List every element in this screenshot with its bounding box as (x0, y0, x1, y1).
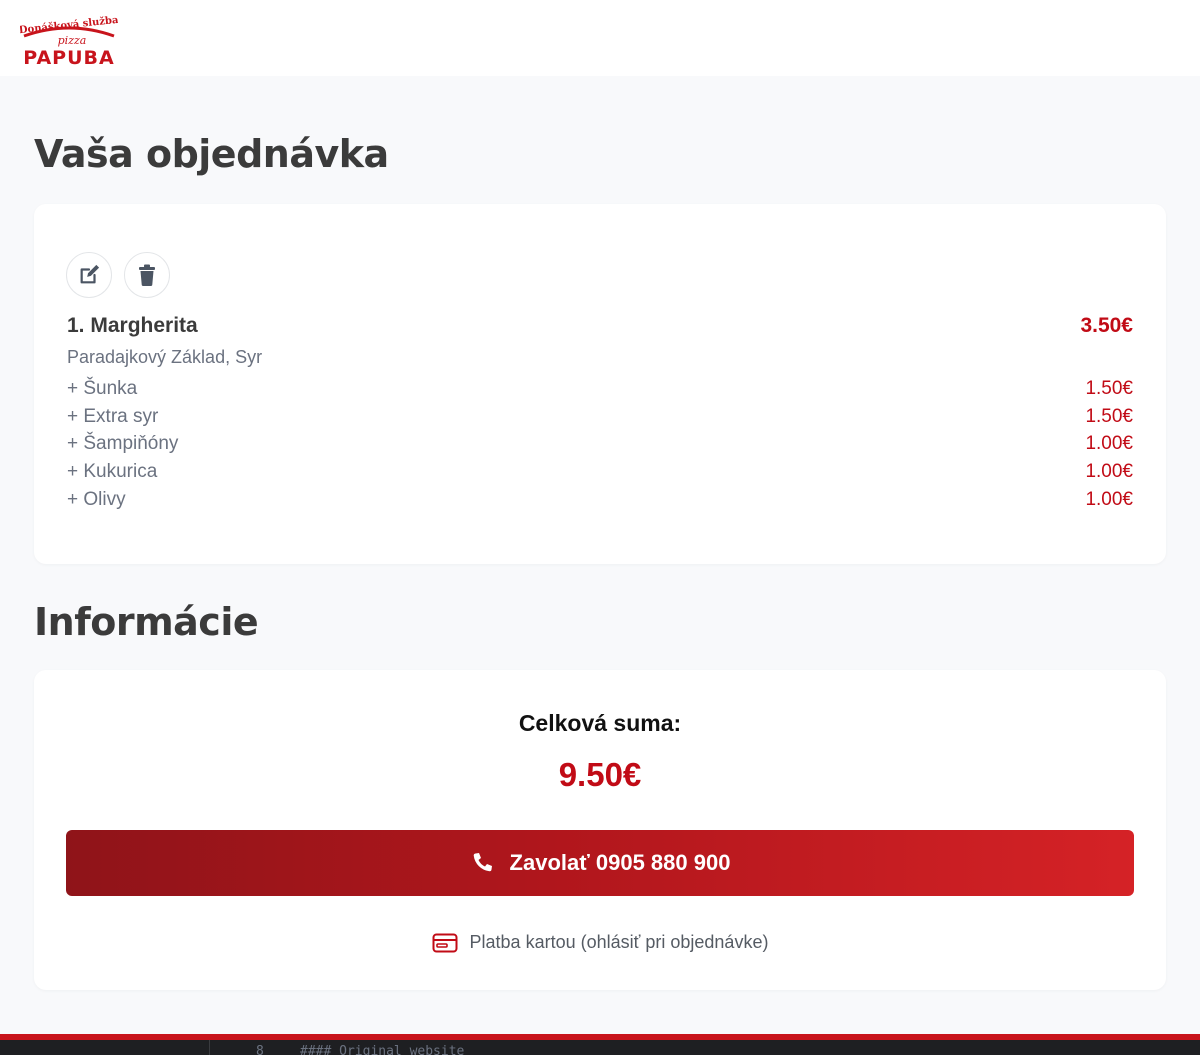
edit-item-button[interactable] (66, 252, 112, 298)
credit-card-icon (432, 933, 458, 953)
phone-icon (470, 851, 494, 875)
extra-price: 1.00€ (1085, 461, 1133, 483)
payment-note: Platba kartou (ohlásiť pri objednávke) (34, 932, 1166, 953)
total-value: 9.50€ (558, 756, 642, 793)
extra-name: + Šunka (67, 378, 138, 399)
line-number: 8 (256, 1044, 264, 1055)
item-name: 1. Margherita (67, 314, 198, 337)
extra-price: 1.50€ (1085, 405, 1133, 427)
total-label: Celková suma: (518, 710, 682, 736)
info-card: Celková suma: 9.50€ Zavolať 0905 880 900… (34, 670, 1166, 990)
site-header: Donášková služba pizza PAPUBA (0, 0, 1200, 76)
page: Donášková služba pizza PAPUBA Vaša objed… (0, 0, 1200, 1040)
extra-price: 1.00€ (1085, 433, 1133, 455)
extras-list: + Šunka 1.50€ + Extra syr 1.50€ + Šampiň… (67, 376, 1133, 514)
editor-gutter (0, 1040, 210, 1055)
trash-icon (139, 264, 155, 286)
extra-name: + Kukurica (67, 461, 158, 483)
svg-text:PAPUBA: PAPUBA (23, 47, 114, 68)
extra-row: + Olivy 1.00€ (67, 487, 1133, 515)
extra-row: + Šunka 1.50€ (67, 376, 1133, 404)
extra-row: + Extra syr 1.50€ (67, 404, 1133, 432)
item-price: 3.50€ (1080, 314, 1133, 337)
call-button[interactable]: Zavolať 0905 880 900 (66, 830, 1134, 896)
extra-name: + Olivy (67, 488, 126, 510)
extra-row: + Šampiňóny 1.00€ (67, 431, 1133, 459)
extra-name: + Šampiňóny (67, 433, 179, 455)
info-title: Informácie (34, 600, 259, 644)
editor-line-text: #### Original website (300, 1044, 465, 1055)
order-card: 1. Margherita 3.50€ Paradajkový Základ, … (34, 204, 1166, 564)
extra-price: 1.50€ (1085, 378, 1133, 399)
extra-price: 1.00€ (1085, 488, 1133, 510)
delete-item-button[interactable] (124, 252, 170, 298)
extra-row: + Kukurica 1.00€ (67, 459, 1133, 487)
brand-logo[interactable]: Donášková služba pizza PAPUBA (20, 14, 118, 68)
svg-text:pizza: pizza (58, 34, 87, 47)
payment-note-text: Platba kartou (ohlásiť pri objednávke) (469, 932, 769, 952)
order-title: Vaša objednávka (34, 132, 389, 176)
editor-strip: 8 #### Original website (0, 1040, 1200, 1055)
extra-name: + Extra syr (67, 405, 159, 427)
edit-icon (80, 264, 100, 284)
call-button-label: Zavolať 0905 880 900 (509, 850, 731, 875)
item-description: Paradajkový Základ, Syr (67, 347, 263, 367)
